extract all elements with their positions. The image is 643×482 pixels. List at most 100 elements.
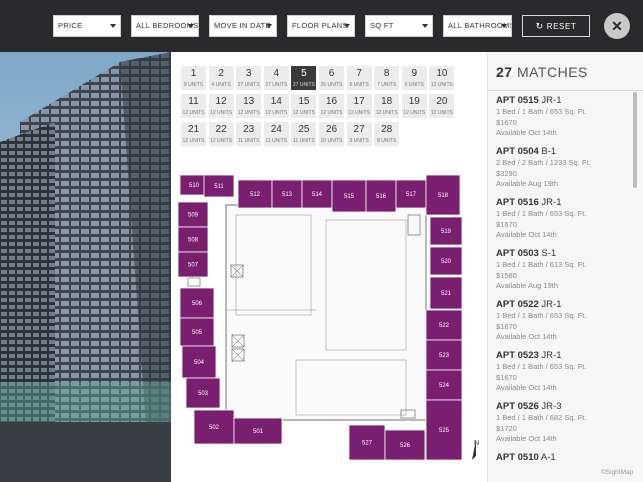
sq-ft-filter-label: SQ FT — [370, 21, 394, 30]
day-units: 11 UNITS — [293, 138, 315, 144]
day-units: 12 UNITS — [265, 110, 288, 116]
apartment-availability: Available Aug 19th — [496, 179, 558, 188]
unit-label: 512 — [250, 192, 261, 198]
apartment-plan: JR-1 — [541, 197, 562, 208]
day-number: 9 — [411, 68, 418, 79]
apartment-availability: Available Oct 14th — [496, 128, 557, 137]
day-cell[interactable]: 16 12 UNITS — [319, 94, 344, 118]
day-cell[interactable]: 27 9 UNITS — [346, 122, 372, 146]
apartment-number: APT 0503 — [496, 248, 539, 259]
apartment-description: 1 Bed / 1 Bath / 682 Sq. Ft. — [496, 413, 587, 422]
reset-button[interactable]: ↻ RESET — [522, 15, 590, 37]
unit-label: 511 — [214, 184, 224, 190]
day-cell[interactable]: 8 7 UNITS — [374, 66, 400, 90]
day-cell[interactable]: 7 6 UNITS — [346, 66, 372, 90]
apartment-list[interactable]: APT 0515 JR-1 1 Bed / 1 Bath / 653 Sq. Ft… — [487, 91, 643, 462]
day-units: 27 UNITS — [265, 82, 288, 88]
apartment-title: APT 0510 A-1 — [496, 451, 643, 462]
floor-plans-filter-label: FLOOR PLANS — [292, 21, 348, 30]
north-label: N — [474, 440, 480, 447]
apartment-title: APT 0516 JR-1 — [496, 196, 643, 209]
unit-label: 501 — [253, 429, 264, 435]
day-units: 27 UNITS — [292, 82, 315, 88]
day-units: 8 UNITS — [377, 138, 397, 144]
apartment-plan: JR-1 — [541, 350, 562, 361]
unit-label: 508 — [188, 238, 199, 244]
apartment-card[interactable]: APT 0523 JR-1 1 Bed / 1 Bath / 653 Sq. Ft… — [487, 346, 643, 397]
apartment-description: 1 Bed / 1 Bath / 653 Sq. Ft. — [496, 311, 587, 320]
day-cell[interactable]: 17 12 UNITS — [346, 94, 372, 118]
day-cell[interactable]: 20 12 UNITS — [429, 94, 455, 118]
apartment-card[interactable]: APT 0526 JR-3 1 Bed / 1 Bath / 682 Sq. Ft… — [487, 397, 643, 448]
list-scrollbar[interactable] — [633, 92, 637, 188]
day-cell[interactable]: 15 12 UNITS — [291, 94, 317, 118]
day-number: 21 — [187, 124, 200, 135]
day-cell[interactable]: 19 12 UNITS — [401, 94, 427, 118]
day-cell[interactable]: 6 26 UNITS — [319, 66, 344, 90]
day-number: 1 — [190, 68, 197, 79]
move-in-date-filter-label: MOVE IN DATE — [214, 21, 271, 30]
day-cell[interactable]: 10 12 UNITS — [429, 66, 455, 90]
day-cell[interactable]: 23 11 UNITS — [236, 122, 262, 146]
floor-plans-filter[interactable]: FLOOR PLANS — [287, 15, 355, 37]
day-units: 26 UNITS — [320, 82, 343, 88]
day-cell[interactable]: 3 27 UNITS — [236, 66, 262, 90]
day-cell[interactable]: 4 27 UNITS — [263, 66, 289, 90]
unit-label: 503 — [198, 391, 209, 397]
day-cell[interactable]: 21 12 UNITS — [181, 122, 206, 146]
day-cell[interactable]: 26 10 UNITS — [319, 122, 344, 146]
unit-label: 524 — [439, 383, 450, 389]
bedrooms-filter[interactable]: ALL BEDROOMS — [131, 15, 199, 37]
day-cell[interactable]: 1 9 UNITS — [181, 66, 206, 90]
day-number: 5 — [301, 68, 307, 79]
reset-label: RESET — [546, 22, 577, 31]
day-units: 12 UNITS — [292, 110, 315, 116]
day-cell[interactable]: 24 11 UNITS — [263, 122, 289, 146]
apartment-price: $1670 — [496, 321, 517, 331]
apartment-availability: Available Oct 14th — [496, 230, 557, 239]
apartment-card[interactable]: APT 0516 JR-1 1 Bed / 1 Bath / 653 Sq. Ft… — [487, 193, 643, 244]
apartment-card[interactable]: APT 0515 JR-1 1 Bed / 1 Bath / 653 Sq. Ft… — [487, 91, 643, 142]
apartment-card[interactable]: APT 0510 A-1 — [487, 448, 643, 462]
day-number: 13 — [243, 96, 255, 107]
apartment-number: APT 0522 — [496, 299, 539, 310]
day-cell[interactable]: 5 27 UNITS — [291, 66, 317, 90]
day-units: 12 UNITS — [210, 110, 233, 116]
bathrooms-filter[interactable]: ALL BATHROOMS — [443, 15, 512, 37]
day-number: 25 — [298, 124, 310, 135]
apartment-price: $3290 — [496, 168, 517, 178]
day-cell[interactable]: 9 6 UNITS — [401, 66, 427, 90]
day-units: 10 UNITS — [320, 138, 343, 144]
chevron-down-icon — [188, 24, 194, 28]
building-photo — [0, 52, 171, 482]
unit-label: 523 — [439, 353, 450, 359]
unit-label: 507 — [188, 263, 199, 269]
close-button[interactable]: ✕ — [604, 13, 630, 39]
day-cell[interactable]: 14 12 UNITS — [263, 94, 289, 118]
price-filter[interactable]: PRICE — [53, 15, 121, 37]
day-units: 6 UNITS — [404, 82, 424, 88]
day-number: 23 — [243, 124, 255, 135]
apartment-title: APT 0522 JR-1 — [496, 298, 643, 311]
apartment-plan: A-1 — [540, 452, 556, 462]
unit-label: 522 — [439, 323, 450, 329]
apartment-title: APT 0503 S-1 — [496, 247, 643, 260]
day-cell[interactable]: 28 8 UNITS — [374, 122, 400, 146]
chevron-down-icon — [422, 24, 428, 28]
move-in-date-filter[interactable]: MOVE IN DATE — [209, 15, 277, 37]
day-units: 12 UNITS — [320, 110, 343, 116]
apartment-price: $1670 — [496, 117, 517, 127]
day-cell[interactable]: 13 12 UNITS — [236, 94, 262, 118]
apartment-card[interactable]: APT 0522 JR-1 1 Bed / 1 Bath / 653 Sq. Ft… — [487, 295, 643, 346]
sq-ft-filter[interactable]: SQ FT — [365, 15, 433, 37]
day-number: 17 — [353, 96, 365, 107]
day-number: 26 — [325, 124, 338, 135]
apartment-card[interactable]: APT 0503 S-1 1 Bed / 1 Bath / 613 Sq. Ft.… — [487, 244, 643, 295]
day-cell[interactable]: 25 11 UNITS — [291, 122, 317, 146]
day-cell[interactable]: 18 12 UNITS — [374, 94, 400, 118]
day-cell[interactable]: 11 12 UNITS — [181, 94, 206, 118]
day-cell[interactable]: 12 12 UNITS — [208, 94, 234, 118]
day-cell[interactable]: 2 4 UNITS — [208, 66, 234, 90]
day-cell[interactable]: 22 12 UNITS — [208, 122, 234, 146]
apartment-card[interactable]: APT 0504 B-1 2 Bed / 2 Bath / 1233 Sq. Ft… — [487, 142, 643, 193]
